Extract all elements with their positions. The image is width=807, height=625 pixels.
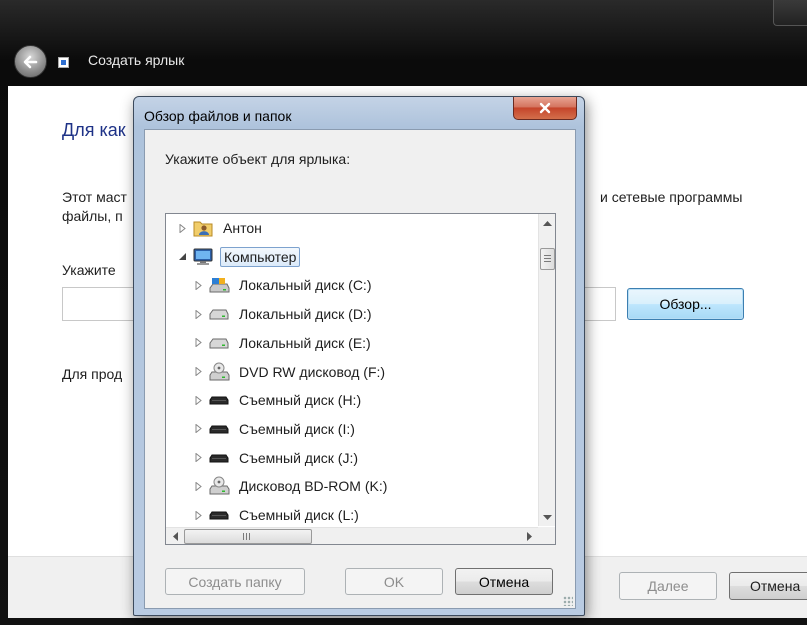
tree-expander[interactable] [192, 308, 204, 320]
wizard-description-right: и сетевые программы [600, 189, 743, 205]
tree-item-label: Съемный диск (H:) [239, 392, 362, 409]
tree-item-label: Компьютер [220, 246, 301, 267]
expand-arrow-icon [195, 309, 202, 319]
scroll-left-button[interactable] [166, 528, 183, 544]
tree-expander[interactable] [176, 251, 188, 263]
hard-drive-icon [208, 304, 230, 324]
dialog-client: Укажите объект для ярлыка: Антон Компьюте… [144, 129, 576, 609]
wizard-cancel-button[interactable]: Отмена [729, 572, 807, 600]
expand-arrow-icon [179, 223, 186, 233]
hard-drive-icon [208, 333, 230, 353]
tree-expander[interactable] [176, 222, 188, 234]
removable-drive-icon [208, 419, 230, 439]
user-folder-icon [192, 218, 214, 238]
tree-list: Антон Компьютер Локальный диск (C:) Локальн… [166, 214, 538, 526]
shortcut-icon [58, 57, 69, 68]
expand-arrow-icon [195, 453, 202, 463]
tree-item-label: Локальный диск (E:) [239, 334, 371, 351]
expand-arrow-icon [195, 395, 202, 405]
removable-drive-icon [208, 505, 230, 525]
scroll-left-icon [172, 532, 178, 541]
tree-item[interactable]: Локальный диск (E:) [192, 331, 374, 355]
back-button[interactable] [14, 45, 47, 78]
expand-arrow-icon [195, 367, 202, 376]
tree-item-label: Локальный диск (C:) [239, 277, 372, 294]
ok-button[interactable]: OK [345, 568, 443, 595]
tree-item-label: Съемный диск (L:) [239, 507, 359, 523]
tree-expander[interactable] [192, 366, 204, 378]
expand-arrow-icon [195, 510, 202, 520]
tree-item[interactable]: Съемный диск (J:) [192, 446, 361, 470]
tree-expander[interactable] [192, 452, 204, 464]
tree-item-label: Съемный диск (J:) [239, 449, 358, 466]
dialog-title: Обзор файлов и папок [144, 108, 292, 124]
tree-item[interactable]: Съемный диск (L:) [192, 503, 362, 526]
optical-drive-icon [208, 362, 230, 382]
expand-arrow-icon [195, 424, 202, 434]
tree-item-label: Съемный диск (I:) [239, 420, 355, 437]
computer-icon [192, 247, 214, 267]
close-icon [539, 102, 551, 114]
tree-expander[interactable] [192, 337, 204, 349]
tree-item[interactable]: Съемный диск (H:) [192, 388, 364, 412]
expand-arrow-icon [195, 481, 202, 491]
vertical-scrollbar[interactable] [538, 214, 555, 526]
dialog-close-button[interactable] [513, 97, 577, 120]
dialog-cancel-button[interactable]: Отмена [455, 568, 553, 595]
browse-dialog: Обзор файлов и папок Укажите объект для … [133, 96, 585, 616]
expand-arrow-icon [195, 280, 202, 290]
expand-arrow-icon [195, 338, 202, 348]
tree-item[interactable]: Компьютер [176, 245, 301, 269]
window-close-button[interactable] [773, 0, 807, 26]
horizontal-scroll-thumb[interactable] [184, 529, 312, 544]
new-folder-button[interactable]: Создать папку [165, 568, 305, 595]
scroll-right-icon [526, 532, 532, 541]
tree-item[interactable]: Локальный диск (C:) [192, 273, 375, 297]
tree-expander[interactable] [192, 480, 204, 492]
wizard-description-line2: файлы, п [62, 208, 123, 224]
scrollbar-corner [538, 527, 555, 544]
tree-item[interactable]: Съемный диск (I:) [192, 417, 358, 441]
tree-item[interactable]: DVD RW дисковод (F:) [192, 360, 388, 384]
folder-tree[interactable]: Антон Компьютер Локальный диск (C:) Локальн… [165, 213, 556, 545]
scroll-right-button[interactable] [521, 528, 538, 544]
tree-expander[interactable] [192, 394, 204, 406]
wizard-title: Создать ярлык [88, 52, 185, 68]
tree-item-label: Антон [223, 220, 262, 236]
back-arrow-icon [23, 55, 37, 68]
removable-drive-icon [208, 448, 230, 468]
vertical-scroll-thumb[interactable] [540, 248, 555, 270]
tree-item-label: DVD RW дисковод (F:) [239, 363, 386, 380]
scroll-down-icon [543, 514, 552, 520]
tree-expander[interactable] [192, 509, 204, 521]
optical-drive-icon [208, 476, 230, 496]
collapse-arrow-icon [178, 253, 186, 261]
tree-item-label: Дисковод BD-ROM (K:) [239, 478, 388, 495]
next-button[interactable]: Далее [619, 572, 717, 600]
tree-item[interactable]: Локальный диск (D:) [192, 302, 375, 326]
scroll-up-button[interactable] [539, 214, 555, 231]
tree-expander[interactable] [192, 279, 204, 291]
tree-item-label: Локальный диск (D:) [239, 306, 372, 323]
wizard-heading: Для как [62, 120, 126, 140]
location-label: Укажите [62, 262, 116, 278]
browse-button[interactable]: Обзор... [627, 288, 744, 320]
resize-grip[interactable] [563, 596, 573, 606]
tree-expander[interactable] [192, 423, 204, 435]
tree-item[interactable]: Антон [176, 216, 265, 240]
dialog-prompt: Укажите объект для ярлыка: [165, 151, 351, 167]
tree-item[interactable]: Дисковод BD-ROM (K:) [192, 474, 390, 498]
continue-text: Для прод [62, 366, 123, 382]
wizard-description: Этот маст [62, 189, 127, 205]
scroll-down-button[interactable] [539, 509, 555, 526]
system-drive-icon [208, 275, 230, 295]
scroll-up-icon [543, 220, 552, 226]
horizontal-scrollbar[interactable] [166, 527, 538, 544]
removable-drive-icon [208, 390, 230, 410]
